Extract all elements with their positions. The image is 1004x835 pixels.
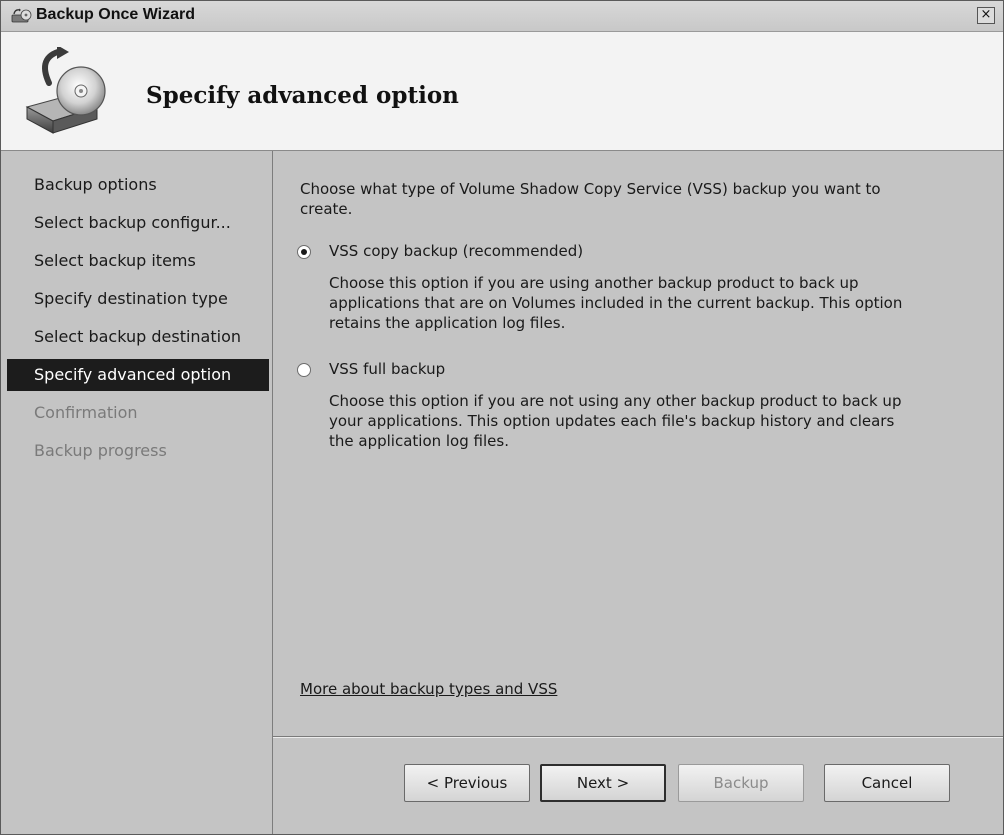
- intro-text: Choose what type of Volume Shadow Copy S…: [300, 179, 881, 219]
- vss-full-backup-radio[interactable]: [297, 363, 311, 377]
- vss-copy-backup-radio[interactable]: [297, 245, 311, 259]
- previous-button[interactable]: < Previous: [404, 764, 530, 802]
- wizard-step-list: Backup options Select backup configur...…: [1, 151, 273, 834]
- backup-app-icon: [11, 8, 32, 23]
- backup-button: Backup: [678, 764, 804, 802]
- nav-item-specify-advanced-option[interactable]: Specify advanced option: [7, 359, 269, 391]
- nav-item-confirmation: Confirmation: [34, 403, 138, 422]
- vss-full-backup-label[interactable]: VSS full backup: [329, 359, 445, 379]
- page-title: Specify advanced option: [146, 82, 459, 109]
- title-bar[interactable]: Backup Once Wizard ×: [1, 1, 1003, 32]
- close-button[interactable]: ×: [977, 7, 995, 24]
- nav-item-specify-destination-type[interactable]: Specify destination type: [7, 283, 269, 315]
- description-line: Choose this option if you are not using …: [329, 392, 902, 410]
- intro-line-1: Choose what type of Volume Shadow Copy S…: [300, 180, 881, 198]
- window-title: Backup Once Wizard: [36, 6, 196, 23]
- footer-divider: [273, 736, 1003, 738]
- next-button[interactable]: Next >: [540, 764, 666, 802]
- description-line: applications that are on Volumes include…: [329, 294, 903, 312]
- backup-drive-icon: [25, 47, 106, 134]
- nav-item-select-backup-destination[interactable]: Select backup destination: [7, 321, 269, 353]
- description-line: Choose this option if you are using anot…: [329, 274, 859, 292]
- nav-item-select-backup-items[interactable]: Select backup items: [7, 245, 269, 277]
- backup-once-wizard-window: Backup Once Wizard × Specify advanced op…: [0, 0, 1004, 835]
- close-icon: ×: [980, 7, 992, 22]
- nav-item-backup-options[interactable]: Backup options: [7, 169, 269, 201]
- cancel-button[interactable]: Cancel: [824, 764, 950, 802]
- vss-copy-backup-description: Choose this option if you are using anot…: [329, 273, 902, 333]
- intro-line-2: create.: [300, 200, 353, 218]
- backup-types-vss-link[interactable]: More about backup types and VSS: [300, 680, 557, 698]
- description-line: retains the application log files.: [329, 314, 566, 332]
- nav-item-backup-progress: Backup progress: [34, 441, 167, 460]
- nav-item-select-backup-configuration[interactable]: Select backup configur...: [7, 207, 269, 239]
- wizard-header: Specify advanced option: [1, 32, 1003, 151]
- content-pane: Choose what type of Volume Shadow Copy S…: [273, 151, 1003, 736]
- vss-copy-backup-label[interactable]: VSS copy backup (recommended): [329, 241, 583, 261]
- vss-full-backup-description: Choose this option if you are not using …: [329, 391, 901, 451]
- description-line: your applications. This option updates e…: [329, 412, 895, 430]
- description-line: the application log files.: [329, 432, 509, 450]
